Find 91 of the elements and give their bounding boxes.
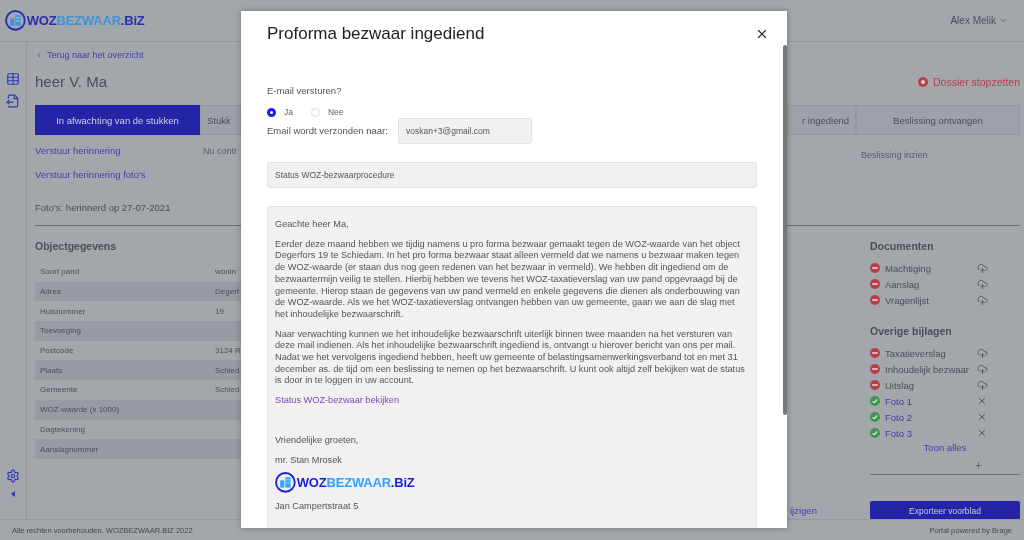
decision-link[interactable]: Beslissing inzien <box>787 150 928 160</box>
letter-paragraph: Naar verwachting kunnen we het inhoudelijke bezwaarschrift uiterlijk binnen twee maanden na het versturen van deze mail indienen. Als het inhoudelijke bezwaarschrift ingediend is, ontvangt u hierover bericht van ons per mail. Nadat we het vervolgens ingediend hebben, heeft uw gemeente of belastingsamenwerkingsverband tot en met 31 december as. de tijd om een beslissing te nemen op het bezwaarschrift. U kunt ook altijd zelf bekijken wat de status is door in te loggen in uw account. <box>275 328 746 388</box>
file-link[interactable]: Foto 3 <box>885 427 977 439</box>
tab[interactable]: In afwachting van de stukken <box>35 105 200 135</box>
tab[interactable]: Stukk <box>200 105 241 135</box>
close-icon[interactable] <box>977 428 987 438</box>
table-cell-text: Gemeente <box>39 385 79 395</box>
close-icon[interactable] <box>977 396 987 406</box>
upload-icon[interactable] <box>977 347 988 359</box>
upload-icon[interactable] <box>977 278 988 290</box>
table-cell-text: wonin <box>215 267 237 277</box>
table-cell-text: Aanslagnummer <box>39 444 100 454</box>
letter-text: Geachte heer Ma, <box>275 219 350 231</box>
field-label: E-mail versturen? <box>267 85 343 97</box>
back-link[interactable]: Terug naar het overzicht <box>35 48 144 62</box>
logo-text: WOZBEZWAAR.BiZ <box>296 476 415 489</box>
modal-title: Proforma bezwaar ingediend <box>267 24 485 44</box>
field-label: Email wordt verzonden naar: <box>267 125 388 137</box>
upload-icon[interactable] <box>977 294 988 306</box>
edit-link[interactable]: ijzigen <box>790 503 817 518</box>
radio-label: Nee <box>328 107 344 117</box>
tab[interactable]: r ingediend <box>787 105 856 135</box>
table-cell-text: Soort pand <box>39 267 81 277</box>
upload-icon[interactable] <box>977 379 988 391</box>
chevron-left-icon <box>35 51 43 59</box>
letter-paragraph: Eerder deze maand hebben we tijdig namens u pro forma bezwaar gemaakt tegen de WOZ-waarde van het object Degerfors 19 te Schiedam. In het pro forma bezwaar staat alleen vermeld dat we namens u bezwaar maken tegen de WOZ-waarde (er staan dus nog geen redenen van het bezwaar in vermeld). We hebben dit ingediend om de bezwaartermijn veilig te stellen. Hierbij hebben we tevens het WOZ-taxatieverslag van uw pand opgevraagd bij de gemeente. Hierop staan de gegevens van uw pand vermeld en enkele gegevens die dienen als onderbouwing van de WOZ-waarde. Als we het WOZ-taxatieverslag ontvangen hebben van uw gemeente, gaan we aan de slag met het inhoudelijke bezwaarschrift. <box>275 238 741 321</box>
section-title: Objectgegevens <box>35 239 118 253</box>
logo-icon <box>5 10 26 31</box>
table-cell: Schied <box>215 385 241 395</box>
table-icon[interactable] <box>6 72 20 86</box>
email-field[interactable]: voskan+3@gmail.com <box>397 118 532 144</box>
table-cell-text: 19 <box>215 306 225 316</box>
radio-label: Ja <box>284 107 293 117</box>
table-cell-text: WOZ-waarde (x 1000) <box>39 405 121 415</box>
minus-circle-icon <box>870 364 880 374</box>
message-field[interactable] <box>267 206 757 528</box>
minus-circle-icon <box>870 263 880 273</box>
table-cell-text: Plaats <box>39 365 64 375</box>
scrollbar[interactable] <box>783 45 787 415</box>
reminder-link[interactable]: Verstuur herinnering foto's <box>35 168 241 182</box>
table-cell-text: Degerf <box>215 287 240 297</box>
letter-text: mr. Stan Mrosek <box>275 454 343 467</box>
file-link[interactable]: Foto 1 <box>885 395 977 407</box>
table-cell: 3124 R <box>215 346 241 356</box>
reminder-link[interactable]: Verstuur herinnering <box>35 144 203 162</box>
close-icon[interactable] <box>977 412 987 422</box>
chevron-down-icon <box>999 16 1008 25</box>
table-cell-text: Dagtekening <box>39 424 86 434</box>
document-label: Aanslag <box>885 278 921 290</box>
logo-icon <box>275 472 296 494</box>
settings-icon[interactable] <box>6 469 20 483</box>
plus-icon[interactable] <box>974 460 983 470</box>
close-button[interactable] <box>755 27 769 41</box>
check-circle-icon <box>870 396 880 406</box>
check-circle-icon <box>870 428 880 438</box>
table-cell: Schied <box>215 365 241 375</box>
user-menu[interactable]: Alex Melik <box>950 15 1008 26</box>
letter-text: Vriendelijke groeten, <box>275 434 360 447</box>
file-link[interactable]: Foto 2 <box>885 411 977 423</box>
logo-text: WOZBEZWAAR.BiZ <box>26 13 145 28</box>
document-label: Vragenlijst <box>885 294 930 306</box>
tab[interactable]: Beslissing ontvangen <box>856 105 1020 135</box>
table-cell-text: Huisnummer <box>39 306 87 316</box>
section-title: Documenten <box>870 239 935 253</box>
table-cell-text: Toevoeging <box>39 326 82 336</box>
document-label: Uitslag <box>885 379 916 391</box>
document-label: Machtiging <box>885 262 932 274</box>
table-cell-text: Adres <box>39 287 62 297</box>
show-all-link[interactable]: Toon alles <box>923 441 967 455</box>
document-label: Taxatieverslag <box>885 347 947 359</box>
upload-icon[interactable] <box>977 262 988 274</box>
reminder-note: Foto's: herinnerd op 27-07-2021 <box>35 201 172 215</box>
file-export-icon[interactable] <box>6 94 20 108</box>
document-label: Inhoudelijk bezwaar <box>885 363 970 375</box>
minus-circle-icon <box>870 380 880 390</box>
stop-circle-icon <box>918 77 929 87</box>
status-link[interactable]: Status WOZ-bezwaar bekijken <box>275 395 400 407</box>
upload-icon[interactable] <box>977 363 988 375</box>
page-title: heer V. Ma <box>35 74 108 90</box>
table-cell-text: Postcode <box>39 346 75 356</box>
status-note: Nu contr <box>203 145 238 158</box>
section-title: Overige bijlagen <box>870 324 953 338</box>
stop-dossier-link[interactable]: Dossier stopzetten <box>918 74 1020 90</box>
caret-left-icon[interactable] <box>11 491 15 497</box>
radio-button[interactable] <box>267 107 276 117</box>
minus-circle-icon <box>870 348 880 358</box>
subject-field[interactable]: Status WOZ-bezwaarprocedure <box>267 162 757 188</box>
check-circle-icon <box>870 412 880 422</box>
minus-circle-icon <box>870 295 880 305</box>
address-text: Jan Campertstraat 5 <box>275 501 360 513</box>
minus-circle-icon <box>870 279 880 289</box>
